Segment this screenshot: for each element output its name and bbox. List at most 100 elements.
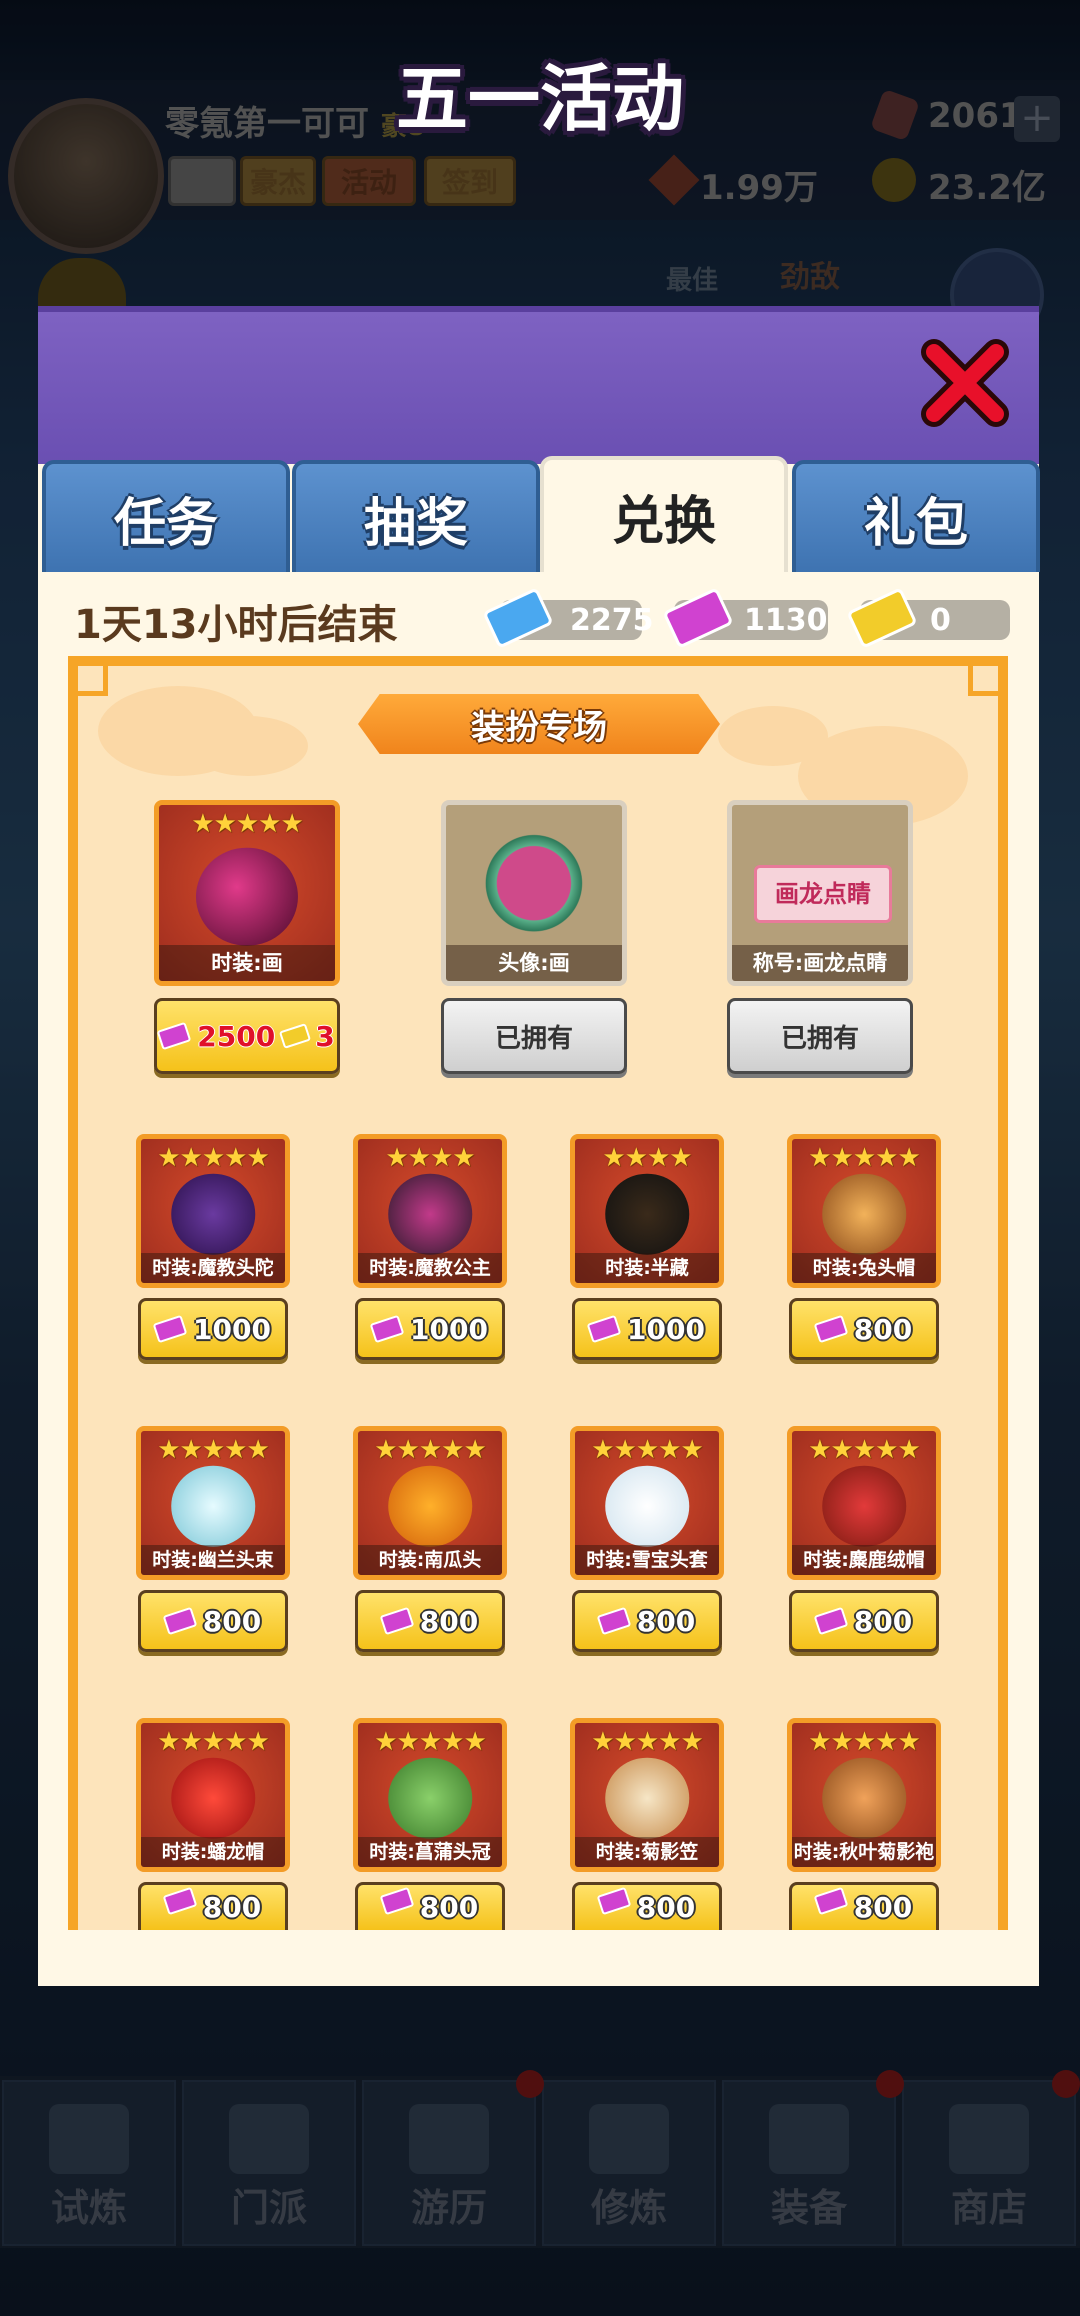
item-label: 时装:麋鹿绒帽 [792, 1545, 936, 1575]
costume-figure [822, 1173, 906, 1255]
purple-ticket-icon [813, 1886, 849, 1916]
purple-ticket-icon [596, 1886, 632, 1916]
frame-corner [78, 666, 108, 696]
star-rating: ★★★★★ [808, 1435, 921, 1465]
item-label: 时装:菊影笠 [575, 1837, 719, 1867]
purple-ticket-icon [369, 1314, 405, 1344]
modal-title: 五一活动 [395, 57, 684, 141]
star-rating: ★★★★★ [808, 1143, 921, 1173]
event-countdown: 1天13小时后结束 [74, 602, 398, 648]
item-label: 时装:蟠龙帽 [141, 1837, 285, 1867]
star-rating: ★★★★★ [157, 1143, 270, 1173]
purple-ticket-icon [162, 1606, 198, 1636]
owned-button[interactable]: 已拥有 [441, 998, 627, 1074]
close-icon [921, 339, 1009, 427]
star-rating: ★★★★ [602, 1143, 692, 1173]
shop-item-featured[interactable]: ★★★★★ 时装:画 [154, 800, 340, 986]
costume-figure [171, 1465, 255, 1547]
purple-ticket-icon [586, 1314, 622, 1344]
close-button[interactable] [918, 336, 1012, 430]
purple-ticket-icon [162, 1886, 198, 1916]
frame-corner [968, 666, 998, 696]
purple-ticket-icon [813, 1606, 849, 1636]
shop-item-featured[interactable]: 画龙点睛 称号:画龙点睛 [727, 800, 913, 986]
item-label: 时装:魔教公主 [358, 1253, 502, 1283]
buy-button[interactable]: 1000 [355, 1298, 505, 1360]
item-label: 头像:画 [446, 945, 622, 981]
cloud-decoration [718, 706, 828, 766]
item-label: 时装:雪宝头套 [575, 1545, 719, 1575]
robe-figure [822, 1757, 906, 1839]
owned-button[interactable]: 已拥有 [727, 998, 913, 1074]
shop-item[interactable]: ★★★★★ 时装:魔教头陀 [136, 1134, 290, 1288]
buy-button[interactable]: 800 [789, 1298, 939, 1360]
buy-button[interactable]: 800 [355, 1590, 505, 1652]
star-rating: ★★★★★ [191, 809, 304, 839]
item-label: 称号:画龙点睛 [732, 945, 908, 981]
buy-button[interactable]: 800 [789, 1590, 939, 1652]
title-badge: 画龙点睛 [754, 865, 892, 923]
star-rating: ★★★★★ [374, 1435, 487, 1465]
star-rating: ★★★★★ [808, 1727, 921, 1757]
costume-figure [388, 1173, 472, 1255]
costume-figure [195, 847, 299, 946]
item-label: 时装:半藏 [575, 1253, 719, 1283]
buy-button[interactable]: 800 [138, 1590, 288, 1652]
shop-item[interactable]: ★★★★★ 时装:兔头帽 [787, 1134, 941, 1288]
shop-item[interactable]: ★★★★★ 时装:南瓜头 [353, 1426, 507, 1580]
shop-item[interactable]: ★★★★★ 时装:麋鹿绒帽 [787, 1426, 941, 1580]
star-rating: ★★★★ [385, 1143, 475, 1173]
buy-button[interactable]: 800 [789, 1882, 939, 1930]
dragon-hat-figure [171, 1757, 255, 1839]
costume-figure [605, 1173, 689, 1255]
shop-item[interactable]: ★★★★★ 时装:菊影笠 [570, 1718, 724, 1872]
tab-gift-pack[interactable]: 礼包 [792, 460, 1040, 572]
buy-button[interactable]: 800 [572, 1590, 722, 1652]
item-label: 时装:菖蒲头冠 [358, 1837, 502, 1867]
buy-button[interactable]: 1000 [572, 1298, 722, 1360]
shop-item[interactable]: ★★★★ 时装:魔教公主 [353, 1134, 507, 1288]
purple-ticket-icon [156, 1021, 192, 1051]
item-label: 时装:兔头帽 [792, 1253, 936, 1283]
purple-ticket-icon [379, 1886, 415, 1916]
item-label: 时装:画 [159, 945, 335, 981]
item-label: 时装:幽兰头束 [141, 1545, 285, 1575]
leaf-crown-figure [388, 1757, 472, 1839]
shop-item[interactable]: ★★★★ 时装:半藏 [570, 1134, 724, 1288]
shop-item-featured[interactable]: 头像:画 [441, 800, 627, 986]
item-label: 时装:秋叶菊影袍 [792, 1837, 936, 1867]
item-label: 时装:南瓜头 [358, 1545, 502, 1575]
buy-button[interactable]: 2500 3 [154, 998, 340, 1074]
cloud-decoration [188, 716, 308, 776]
star-rating: ★★★★★ [591, 1727, 704, 1757]
modal-header [38, 306, 1039, 464]
purple-ticket-icon [152, 1314, 188, 1344]
buy-button[interactable]: 800 [572, 1882, 722, 1930]
purple-ticket-icon [813, 1314, 849, 1344]
shop-item[interactable]: ★★★★★ 时装:蟠龙帽 [136, 1718, 290, 1872]
tab-tasks[interactable]: 任务 [42, 460, 290, 572]
buy-button[interactable]: 1000 [138, 1298, 288, 1360]
section-banner: 装扮专场 [358, 694, 720, 754]
shop-item[interactable]: ★★★★★ 时装:幽兰头束 [136, 1426, 290, 1580]
shop-item[interactable]: ★★★★★ 时装:菖蒲头冠 [353, 1718, 507, 1872]
straw-hat-figure [605, 1757, 689, 1839]
gold-ticket-icon [279, 1023, 312, 1049]
reindeer-figure [822, 1465, 906, 1547]
star-rating: ★★★★★ [591, 1435, 704, 1465]
purple-ticket-icon [379, 1606, 415, 1636]
purple-ticket-icon [596, 1606, 632, 1636]
star-rating: ★★★★★ [157, 1435, 270, 1465]
buy-button[interactable]: 800 [138, 1882, 288, 1930]
tab-exchange[interactable]: 兑换 [540, 456, 788, 572]
pumpkin-figure [388, 1465, 472, 1547]
shop-item[interactable]: ★★★★★ 时装:秋叶菊影袍 [787, 1718, 941, 1872]
star-rating: ★★★★★ [157, 1727, 270, 1757]
tab-lottery[interactable]: 抽奖 [292, 460, 540, 572]
costume-figure [171, 1173, 255, 1255]
buy-button[interactable]: 800 [355, 1882, 505, 1930]
snowman-figure [605, 1465, 689, 1547]
star-rating: ★★★★★ [374, 1727, 487, 1757]
avatar-frame-figure [472, 827, 596, 952]
shop-item[interactable]: ★★★★★ 时装:雪宝头套 [570, 1426, 724, 1580]
